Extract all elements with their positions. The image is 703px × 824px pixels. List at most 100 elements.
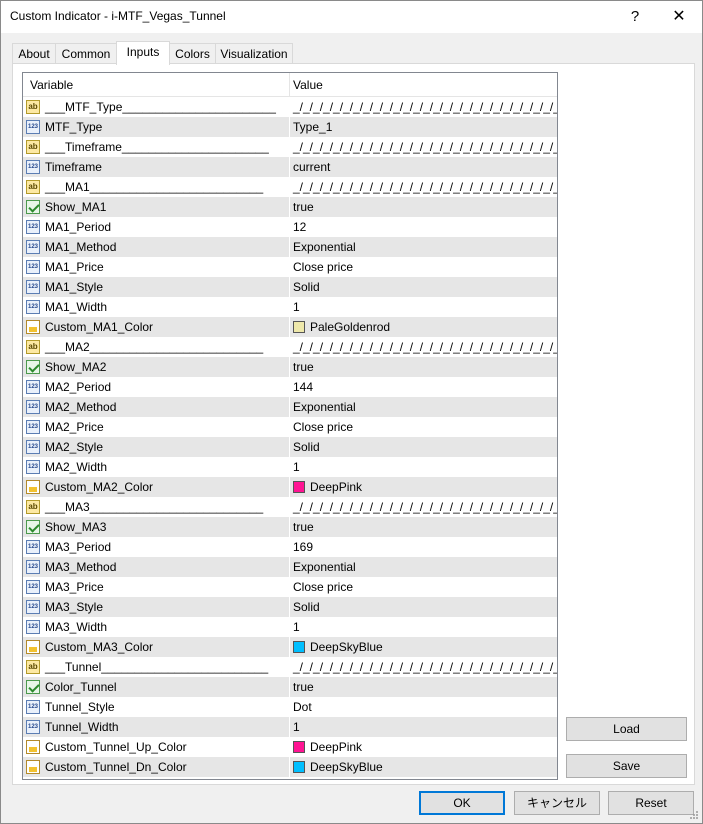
variable-value[interactable]: Exponential	[293, 400, 356, 414]
grid-row[interactable]: 123 MA2_Style Solid	[23, 437, 557, 457]
grid-row[interactable]: Custom_MA1_Color PaleGoldenrod	[23, 317, 557, 337]
grid-row[interactable]: 123 MA1_Period 12	[23, 217, 557, 237]
variable-value[interactable]: DeepSkyBlue	[310, 760, 383, 774]
color-swatch[interactable]	[293, 761, 305, 773]
grid-row[interactable]: 123 MTF_Type Type_1	[23, 117, 557, 137]
grid-row[interactable]: 123 Tunnel_Style Dot	[23, 697, 557, 717]
variable-value[interactable]: _/_/_/_/_/_/_/_/_/_/_/_/_/_/_/_/_/_/_/_/…	[293, 100, 557, 114]
tab-visualization[interactable]: Visualization	[215, 43, 293, 64]
column-header-variable[interactable]: Variable	[30, 78, 73, 92]
grid-row[interactable]: 123 MA2_Method Exponential	[23, 397, 557, 417]
variable-value[interactable]: Solid	[293, 280, 320, 294]
grid-row[interactable]: Custom_MA2_Color DeepPink	[23, 477, 557, 497]
tab-about[interactable]: About	[12, 43, 56, 64]
variable-value[interactable]: true	[293, 520, 314, 534]
variable-value[interactable]: DeepPink	[310, 740, 362, 754]
variable-value[interactable]: Close price	[293, 420, 353, 434]
tab-common[interactable]: Common	[55, 43, 117, 64]
cell-separator	[289, 357, 290, 377]
grid-row[interactable]: Custom_Tunnel_Dn_Color DeepSkyBlue	[23, 757, 557, 777]
variable-value[interactable]: Close price	[293, 260, 353, 274]
cell-separator	[289, 757, 290, 777]
variable-value[interactable]: DeepPink	[310, 480, 362, 494]
grid-row[interactable]: ab ___Timeframe______________________ _/_/…	[23, 137, 557, 157]
variable-value[interactable]: true	[293, 360, 314, 374]
variable-value[interactable]: Close price	[293, 580, 353, 594]
variable-value[interactable]: Solid	[293, 600, 320, 614]
variable-value[interactable]: 1	[293, 620, 300, 634]
variable-value[interactable]: 1	[293, 460, 300, 474]
inputs-grid[interactable]: Variable Value ab ___MTF_Type____________…	[22, 72, 558, 780]
grid-row[interactable]: ab ___Tunnel_________________________ _/_/…	[23, 657, 557, 677]
variable-value[interactable]: _/_/_/_/_/_/_/_/_/_/_/_/_/_/_/_/_/_/_/_/…	[293, 660, 557, 674]
variable-value[interactable]: DeepSkyBlue	[310, 640, 383, 654]
grid-row[interactable]: 123 MA3_Style Solid	[23, 597, 557, 617]
grid-row[interactable]: Show_MA2 true	[23, 357, 557, 377]
grid-row[interactable]: ab ___MA3__________________________ _/_/_/…	[23, 497, 557, 517]
grid-row[interactable]: 123 MA3_Price Close price	[23, 577, 557, 597]
grid-row[interactable]: ab ___MA2__________________________ _/_/_/…	[23, 337, 557, 357]
grid-row[interactable]: Custom_MA3_Color DeepSkyBlue	[23, 637, 557, 657]
variable-value[interactable]: _/_/_/_/_/_/_/_/_/_/_/_/_/_/_/_/_/_/_/_/…	[293, 180, 557, 194]
close-button[interactable]: ✕	[656, 1, 702, 33]
tab-inputs[interactable]: Inputs	[116, 41, 170, 65]
variable-value[interactable]: current	[293, 160, 330, 174]
variable-name: MA3_Width	[45, 620, 108, 634]
grid-row[interactable]: Color_Tunnel true	[23, 677, 557, 697]
variable-value[interactable]: Exponential	[293, 240, 356, 254]
grid-row[interactable]: 123 MA3_Width 1	[23, 617, 557, 637]
grid-row[interactable]: ab ___MA1__________________________ _/_/_/…	[23, 177, 557, 197]
variable-value[interactable]: 169	[293, 540, 313, 554]
grid-row[interactable]: 123 MA1_Method Exponential	[23, 237, 557, 257]
help-button[interactable]: ?	[612, 1, 658, 33]
column-separator[interactable]	[289, 73, 290, 96]
color-swatch[interactable]	[293, 641, 305, 653]
variable-value[interactable]: 12	[293, 220, 306, 234]
grid-row[interactable]: 123 MA2_Period 144	[23, 377, 557, 397]
variable-value[interactable]: _/_/_/_/_/_/_/_/_/_/_/_/_/_/_/_/_/_/_/_/…	[293, 340, 557, 354]
grid-row[interactable]: Custom_Tunnel_Up_Color DeepPink	[23, 737, 557, 757]
variable-value[interactable]: Dot	[293, 700, 312, 714]
grid-row[interactable]: 123 MA2_Width 1	[23, 457, 557, 477]
cell-separator	[289, 497, 290, 517]
grid-row[interactable]: 123 MA1_Width 1	[23, 297, 557, 317]
save-button[interactable]: Save	[566, 754, 687, 778]
variable-value[interactable]: PaleGoldenrod	[310, 320, 390, 334]
variable-value[interactable]: 1	[293, 300, 300, 314]
variable-name: Show_MA3	[45, 520, 107, 534]
variable-value[interactable]: 144	[293, 380, 313, 394]
variable-value[interactable]: _/_/_/_/_/_/_/_/_/_/_/_/_/_/_/_/_/_/_/_/…	[293, 140, 557, 154]
grid-row[interactable]: 123 MA1_Price Close price	[23, 257, 557, 277]
grid-row[interactable]: 123 MA3_Method Exponential	[23, 557, 557, 577]
ok-button[interactable]: OK	[419, 791, 505, 815]
grid-row[interactable]: 123 MA3_Period 169	[23, 537, 557, 557]
variable-value[interactable]: true	[293, 680, 314, 694]
color-swatch[interactable]	[293, 481, 305, 493]
grid-row[interactable]: 123 MA1_Style Solid	[23, 277, 557, 297]
variable-value[interactable]: true	[293, 200, 314, 214]
variable-value[interactable]: 1	[293, 720, 300, 734]
grid-row[interactable]: Show_MA1 true	[23, 197, 557, 217]
variable-value[interactable]: Type_1	[293, 120, 332, 134]
color-swatch[interactable]	[293, 741, 305, 753]
variable-value[interactable]: Exponential	[293, 560, 356, 574]
grid-row[interactable]: 123 MA2_Price Close price	[23, 417, 557, 437]
grid-row[interactable]: 123 Timeframe current	[23, 157, 557, 177]
cancel-button[interactable]: キャンセル	[514, 791, 600, 815]
cell-separator	[289, 537, 290, 557]
grid-row[interactable]: ab ___MTF_Type_______________________ _/_/…	[23, 97, 557, 117]
variable-name: ___MA2__________________________	[45, 340, 264, 354]
load-button[interactable]: Load	[566, 717, 687, 741]
grid-row[interactable]: 123 Tunnel_Width 1	[23, 717, 557, 737]
grid-row[interactable]: Show_MA3 true	[23, 517, 557, 537]
resize-grip-icon[interactable]	[689, 810, 699, 820]
reset-button[interactable]: Reset	[608, 791, 694, 815]
variable-value[interactable]: _/_/_/_/_/_/_/_/_/_/_/_/_/_/_/_/_/_/_/_/…	[293, 500, 557, 514]
color-swatch[interactable]	[293, 321, 305, 333]
tab-colors[interactable]: Colors	[169, 43, 216, 64]
cell-separator	[289, 577, 290, 597]
cell-separator	[289, 437, 290, 457]
variable-value[interactable]: Solid	[293, 440, 320, 454]
variable-name: MA2_Width	[45, 460, 108, 474]
column-header-value[interactable]: Value	[293, 78, 323, 92]
